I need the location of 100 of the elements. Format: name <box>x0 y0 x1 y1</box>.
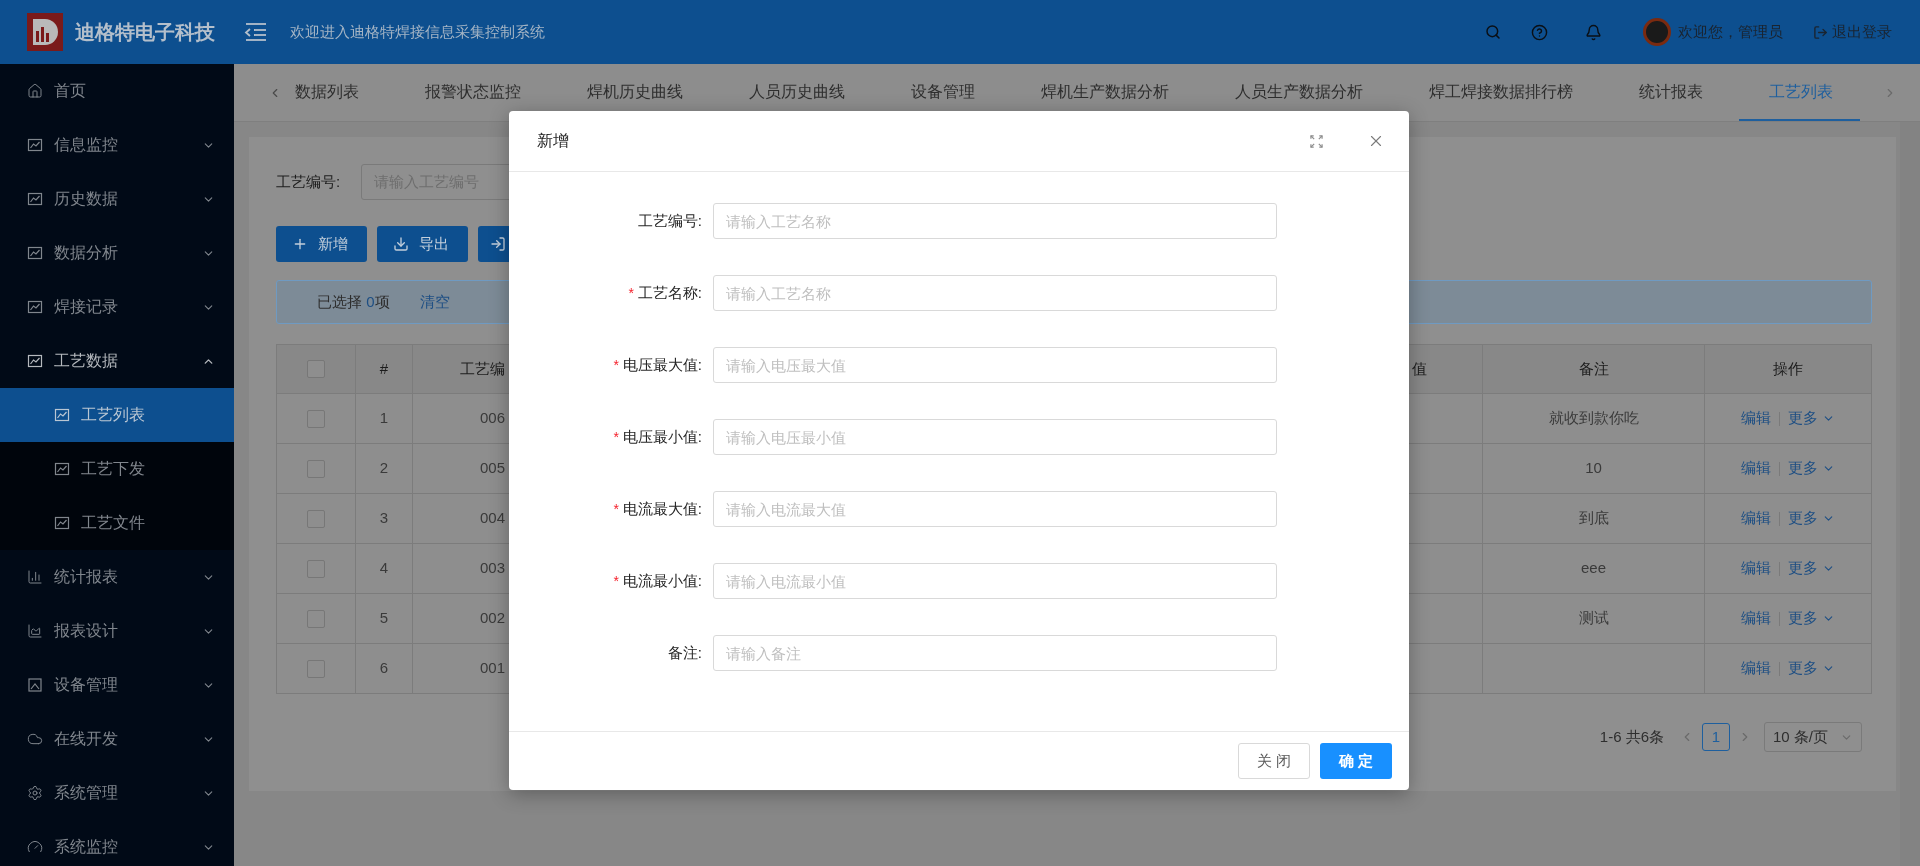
required-mark: * <box>628 283 634 303</box>
sidebar-item[interactable]: 工艺数据 <box>0 334 234 388</box>
logout-icon[interactable] <box>1813 24 1828 40</box>
required-mark: * <box>613 355 619 375</box>
line-chart-icon <box>27 245 43 261</box>
field-label: 电压最大值: <box>622 354 702 375</box>
sidebar-item[interactable]: 系统监控 <box>0 820 234 866</box>
sidebar-item[interactable]: 焊接记录 <box>0 280 234 334</box>
page-size-select[interactable]: 10 条/页 <box>1764 722 1862 752</box>
fullscreen-icon[interactable] <box>1310 134 1323 148</box>
table-cell-text: 006 <box>480 408 506 429</box>
text-input[interactable]: 请输入电压最大值 <box>713 347 1277 383</box>
edit-link[interactable]: 编辑 <box>1741 557 1771 580</box>
sidebar-item[interactable]: 在线开发 <box>0 712 234 766</box>
line-chart-icon <box>54 407 70 423</box>
selection-count: 已选择 0项 <box>317 291 390 312</box>
sidebar-item[interactable]: 设备管理 <box>0 658 234 712</box>
text-input[interactable]: 请输入电压最小值 <box>713 419 1277 455</box>
tab[interactable]: 焊工焊接数据排行榜 <box>1429 64 1573 121</box>
export-button[interactable]: 导出 <box>377 226 468 262</box>
table-cell-text: 003 <box>480 558 506 579</box>
table-cell-text: 005 <box>480 458 506 479</box>
required-mark: * <box>613 499 619 519</box>
table-cell-text: 就收到款你吃 <box>1548 408 1639 429</box>
column-header: 备注 <box>1578 358 1609 379</box>
field-label: 工艺编号: <box>637 210 702 231</box>
tab[interactable]: 数据列表 <box>295 64 359 121</box>
more-link[interactable]: 更多 <box>1788 457 1835 480</box>
column-header: 值 <box>1412 358 1427 379</box>
submenu-item[interactable]: 工艺列表 <box>0 388 234 442</box>
more-link[interactable]: 更多 <box>1788 407 1835 430</box>
clear-link[interactable]: 清空 <box>419 290 450 314</box>
edit-link[interactable]: 编辑 <box>1741 457 1771 480</box>
column-header: 工艺编 <box>460 358 505 379</box>
menu-fold-icon[interactable] <box>244 22 268 42</box>
chart-icon <box>27 677 43 693</box>
field-label: 工艺名称: <box>637 282 702 303</box>
user-avatar[interactable] <box>1643 18 1671 46</box>
sidebar-item[interactable]: 数据分析 <box>0 226 234 280</box>
text-input[interactable]: 请输入备注 <box>713 635 1277 671</box>
table-cell-text: 001 <box>480 658 506 679</box>
close-button[interactable]: 关 闭 <box>1238 743 1310 779</box>
table-cell-text: 004 <box>480 508 506 529</box>
sidebar-item[interactable]: 首页 <box>0 64 234 118</box>
table-cell-text: 测试 <box>1578 608 1609 629</box>
table-cell-text: 6 <box>379 658 389 679</box>
edit-link[interactable]: 编辑 <box>1741 407 1771 430</box>
line-chart-icon <box>54 515 70 531</box>
more-link[interactable]: 更多 <box>1788 557 1835 580</box>
text-input[interactable]: 请输入电流最小值 <box>713 563 1277 599</box>
edit-link[interactable]: 编辑 <box>1741 607 1771 630</box>
brand-name: 迪格特电子科技 <box>75 20 215 45</box>
logo-icon <box>27 13 63 51</box>
confirm-button[interactable]: 确 定 <box>1320 743 1392 779</box>
submenu-item[interactable]: 工艺下发 <box>0 442 234 496</box>
more-link[interactable]: 更多 <box>1788 507 1835 530</box>
field-label: 电流最大值: <box>622 498 702 519</box>
field-label: 电流最小值: <box>622 570 702 591</box>
welcome-text: 欢迎进入迪格特焊接信息采集控制系统 <box>290 21 545 42</box>
line-chart-icon <box>27 137 43 153</box>
edit-link[interactable]: 编辑 <box>1741 507 1771 530</box>
text-input[interactable]: 请输入工艺名称 <box>713 203 1277 239</box>
table-cell-text: 5 <box>379 608 389 629</box>
line-chart-icon <box>54 461 70 477</box>
plus-icon <box>292 236 308 252</box>
import-icon <box>490 236 506 252</box>
bell-icon[interactable] <box>1585 23 1602 41</box>
dialog-title: 新增 <box>537 131 570 151</box>
cloud-icon <box>27 731 43 747</box>
table-cell-text: 1 <box>379 408 389 429</box>
sidebar-item[interactable]: 历史数据 <box>0 172 234 226</box>
table-cell-text: 10 <box>1585 458 1602 479</box>
pagination-summary: 1-6 共6条 <box>1599 726 1664 747</box>
column-header: # <box>379 358 389 379</box>
edit-link[interactable]: 编辑 <box>1741 657 1771 680</box>
search-icon[interactable] <box>1485 24 1501 40</box>
area-chart-icon <box>27 623 43 639</box>
more-link[interactable]: 更多 <box>1788 657 1835 680</box>
sidebar-item[interactable]: 统计报表 <box>0 550 234 604</box>
bar-chart-icon <box>27 569 43 585</box>
more-link[interactable]: 更多 <box>1788 607 1835 630</box>
text-input[interactable]: 请输入工艺名称 <box>713 275 1277 311</box>
download-icon <box>393 236 409 252</box>
table-cell-text: eee <box>1581 558 1606 579</box>
submenu-item[interactable]: 工艺文件 <box>0 496 234 550</box>
tab[interactable]: 统计报表 <box>1639 64 1703 121</box>
required-mark: * <box>613 571 619 591</box>
table-cell-text: 2 <box>379 458 389 479</box>
sidebar-item[interactable]: 信息监控 <box>0 118 234 172</box>
text-input[interactable]: 请输入电流最大值 <box>713 491 1277 527</box>
sidebar-item[interactable]: 报表设计 <box>0 604 234 658</box>
field-label: 备注: <box>667 642 702 663</box>
tab[interactable]: 报警状态监控 <box>425 64 521 121</box>
filter-label: 工艺编号: <box>276 171 342 192</box>
gauge-icon <box>27 839 43 855</box>
settings-icon <box>27 785 43 801</box>
add-button[interactable]: 新增 <box>276 226 367 262</box>
sidebar-item[interactable]: 系统管理 <box>0 766 234 820</box>
home-icon <box>27 83 43 99</box>
help-icon[interactable] <box>1531 23 1548 41</box>
